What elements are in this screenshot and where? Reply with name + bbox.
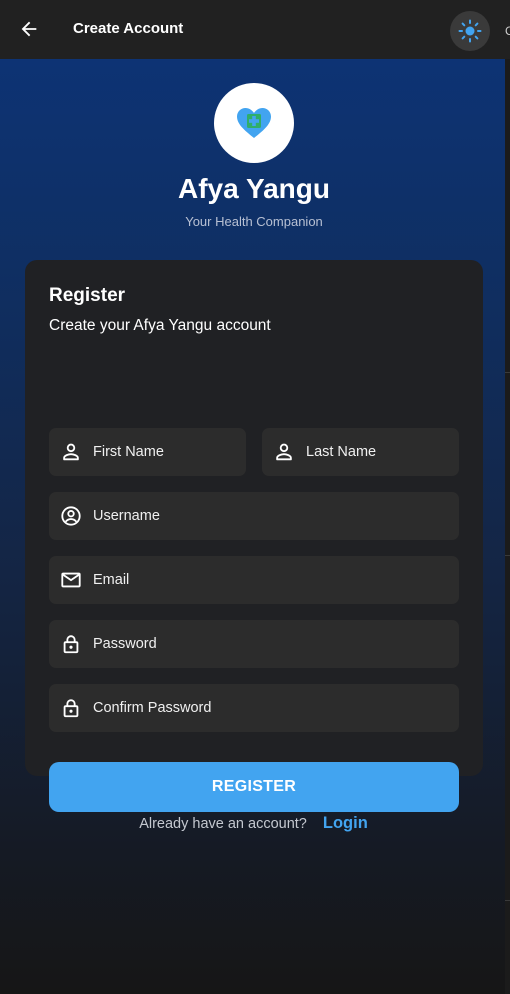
person-icon <box>272 440 296 464</box>
lock-icon <box>59 696 83 720</box>
edge-divider <box>505 555 510 556</box>
edge-divider <box>505 372 510 373</box>
last-name-input[interactable] <box>306 428 451 476</box>
app-bar: Create Account C <box>0 0 510 59</box>
lock-icon <box>59 632 83 656</box>
form-title: Register <box>49 285 126 306</box>
login-link[interactable]: Login <box>323 814 368 833</box>
form-subtitle: Create your Afya Yangu account <box>49 317 271 334</box>
app-tagline: Your Health Companion <box>185 214 323 229</box>
app-logo <box>214 83 294 163</box>
heart-medical-icon <box>237 108 271 138</box>
password-field[interactable] <box>49 620 459 668</box>
register-screen: Create Account C Afya Yangu Your Health … <box>0 0 510 994</box>
confirm-password-field[interactable] <box>49 684 459 732</box>
clipped-edge-text: C <box>505 24 510 38</box>
sun-icon <box>458 19 482 43</box>
mail-icon <box>59 568 83 592</box>
username-input[interactable] <box>93 492 451 540</box>
username-field[interactable] <box>49 492 459 540</box>
login-prompt-row: Already have an account? Login <box>0 814 505 833</box>
page-title: Create Account <box>73 20 184 37</box>
edge-divider <box>505 900 510 901</box>
confirm-password-input[interactable] <box>93 684 451 732</box>
arrow-left-icon <box>21 21 37 37</box>
person-icon <box>59 440 83 464</box>
password-input[interactable] <box>93 620 451 668</box>
login-prompt-text: Already have an account? <box>139 815 307 832</box>
register-card: Register Create your Afya Yangu account <box>25 260 483 812</box>
email-field[interactable] <box>49 556 459 604</box>
register-button[interactable]: REGISTER <box>49 762 459 812</box>
last-name-field[interactable] <box>262 428 459 476</box>
back-button[interactable] <box>14 14 44 44</box>
account-circle-icon <box>59 504 83 528</box>
first-name-input[interactable] <box>93 428 238 476</box>
theme-toggle-button[interactable] <box>450 11 490 51</box>
first-name-field[interactable] <box>49 428 246 476</box>
email-input[interactable] <box>93 556 451 604</box>
content-area: Afya Yangu Your Health Companion Registe… <box>0 59 505 994</box>
app-name: Afya Yangu <box>178 173 330 204</box>
